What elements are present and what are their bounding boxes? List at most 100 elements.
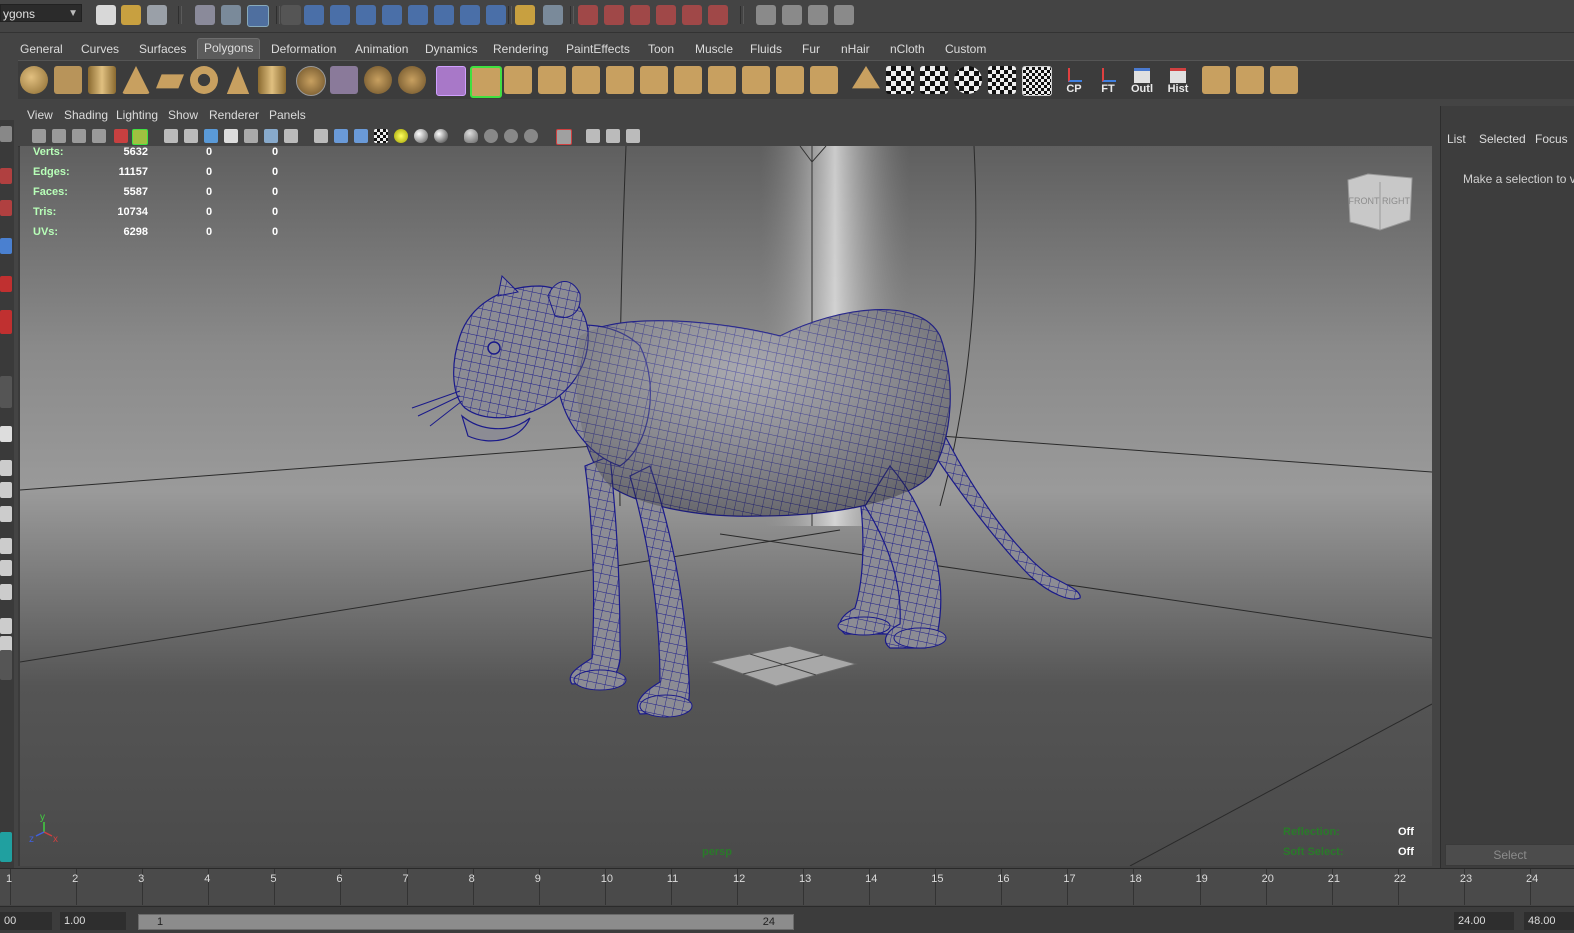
menu-panels[interactable]: Panels [269, 108, 306, 122]
layout-hypershade-icon[interactable] [0, 538, 12, 554]
film-gate-icon[interactable] [184, 129, 198, 143]
boolean-icon[interactable] [436, 66, 466, 96]
open-scene-icon[interactable] [121, 5, 141, 25]
layout-single-icon[interactable] [0, 426, 12, 442]
make-live-icon[interactable] [682, 5, 702, 25]
freeze-transform-button[interactable]: FT [1094, 66, 1122, 95]
select-button[interactable]: Select [1445, 844, 1574, 866]
camera-frame-icon[interactable] [586, 129, 600, 143]
view-cube[interactable]: FRONT RIGHT [1347, 173, 1413, 231]
tab-fur[interactable]: Fur [796, 40, 826, 58]
use-all-lights-icon[interactable] [394, 129, 408, 143]
poly-pyramid-icon[interactable] [226, 66, 250, 94]
select-component-icon[interactable] [247, 5, 269, 27]
split-polygon-icon[interactable] [572, 66, 600, 94]
save-scene-icon[interactable] [147, 5, 167, 25]
high-quality-icon[interactable] [434, 129, 448, 143]
menu-lighting[interactable]: Lighting [116, 108, 158, 122]
tab-ncloth[interactable]: nCloth [884, 40, 931, 58]
tab-rendering[interactable]: Rendering [487, 40, 554, 58]
poly-cone-icon[interactable] [122, 66, 150, 94]
safe-action-icon[interactable] [264, 129, 278, 143]
select-object-icon[interactable] [221, 5, 241, 25]
poly-soccer-ball-icon[interactable] [296, 66, 326, 96]
select-hierarchy-icon[interactable] [195, 5, 215, 25]
camera-select-icon[interactable] [32, 129, 46, 143]
layout-custom-icon[interactable] [0, 650, 12, 680]
insert-edge-loop-icon[interactable] [606, 66, 634, 94]
smooth-shade-icon[interactable] [334, 129, 348, 143]
poke-icon[interactable] [852, 66, 880, 89]
tab-nhair[interactable]: nHair [835, 40, 876, 58]
combine-icon[interactable] [330, 66, 358, 94]
move-tool-icon[interactable] [0, 238, 12, 254]
scale-tool-icon[interactable] [0, 310, 12, 334]
tab-list[interactable]: List [1447, 132, 1466, 146]
tab-dynamics[interactable]: Dynamics [419, 40, 484, 58]
bridge-icon[interactable] [504, 66, 532, 94]
pick-vertex-icon[interactable] [330, 5, 350, 25]
unfold-uv-icon[interactable] [1270, 66, 1298, 94]
merge-icon[interactable] [674, 66, 702, 94]
grease-pencil-icon[interactable] [132, 129, 148, 145]
lock-icon[interactable] [515, 5, 535, 25]
bevel-icon[interactable] [742, 66, 770, 94]
pick-mask-icon[interactable] [304, 5, 324, 25]
wedge-icon[interactable] [810, 66, 838, 94]
automatic-map-icon[interactable] [988, 66, 1016, 94]
wireframe-icon[interactable] [314, 129, 328, 143]
tab-selected[interactable]: Selected [1479, 132, 1526, 146]
separate-icon[interactable] [364, 66, 392, 94]
time-slider[interactable]: 1 2 3 4 5 6 7 8 9 10 11 12 13 14 15 16 17 18 19 20 21 22 23 24 [0, 868, 1574, 905]
smooth-icon[interactable] [398, 66, 426, 94]
scripting-icon[interactable] [0, 832, 12, 862]
snap-view-plane-icon[interactable] [656, 5, 676, 25]
render-frame-icon[interactable] [782, 5, 802, 25]
poly-torus-icon[interactable] [190, 66, 218, 94]
tab-fluids[interactable]: Fluids [744, 40, 788, 58]
tab-curves[interactable]: Curves [75, 40, 125, 58]
share-icon[interactable] [626, 129, 640, 143]
sew-uv-icon[interactable] [1202, 66, 1230, 94]
extrude-icon[interactable] [470, 66, 502, 98]
menu-shading[interactable]: Shading [64, 108, 108, 122]
isolate-select-icon[interactable] [556, 129, 572, 145]
xray-components-icon[interactable] [504, 129, 518, 143]
mask-dropdown-icon[interactable] [281, 5, 301, 25]
paint-select-tool-icon[interactable] [0, 200, 12, 216]
ipr-render-icon[interactable] [808, 5, 828, 25]
cut-uv-icon[interactable] [1236, 66, 1264, 94]
safe-title-icon[interactable] [284, 129, 298, 143]
render-view-icon[interactable] [756, 5, 776, 25]
tab-polygons[interactable]: Polygons [197, 38, 261, 59]
magnet-icon[interactable] [708, 5, 728, 25]
menu-show[interactable]: Show [168, 108, 198, 122]
xray-icon[interactable] [464, 129, 478, 143]
highlight-selection-icon[interactable] [543, 5, 563, 25]
panther-mesh[interactable] [411, 274, 1081, 718]
wireframe-on-shaded-icon[interactable] [354, 129, 368, 143]
append-polygon-icon[interactable] [538, 66, 566, 94]
range-slider[interactable]: 1 24 [138, 914, 794, 930]
two-d-pan-icon[interactable] [114, 129, 128, 143]
poly-sphere-icon[interactable] [20, 66, 48, 94]
playback-start-field[interactable]: 1.00 [60, 912, 126, 930]
pick-misc-icon[interactable] [486, 5, 506, 25]
textured-icon[interactable] [374, 129, 388, 143]
xray-joints-icon[interactable] [484, 129, 498, 143]
layout-graph-icon[interactable] [0, 584, 12, 600]
pick-dynamics-icon[interactable] [434, 5, 454, 25]
layout-uv-icon[interactable] [0, 560, 12, 576]
tab-painteffects[interactable]: PaintEffects [560, 40, 636, 58]
pick-curve-icon[interactable] [356, 5, 376, 25]
planar-map-icon[interactable] [920, 66, 948, 94]
fill-hole-icon[interactable] [776, 66, 804, 94]
playback-end-field[interactable]: 24.00 [1454, 912, 1514, 930]
outliner-button[interactable]: Outl [1128, 66, 1156, 95]
layout-persp-graph-icon[interactable] [0, 506, 12, 522]
camera-attributes-icon[interactable] [52, 129, 66, 143]
poly-pipe-icon[interactable] [258, 66, 286, 94]
spherical-map-icon[interactable] [954, 66, 982, 94]
render-settings-icon[interactable] [834, 5, 854, 25]
center-pivot-button[interactable]: CP [1060, 66, 1088, 95]
